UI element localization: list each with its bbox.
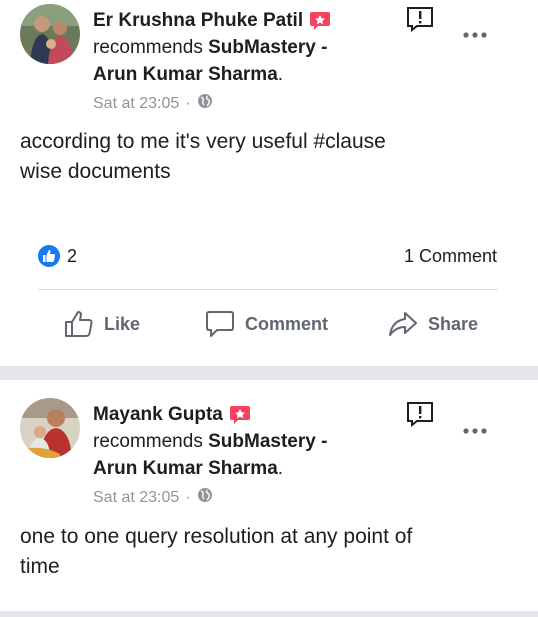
like-label: Like <box>104 313 141 334</box>
like-button[interactable]: Like <box>64 306 140 342</box>
post-body-line: one to one query resolution at any point… <box>20 525 413 548</box>
recommends-label: recommends <box>93 37 203 58</box>
report-icon[interactable] <box>406 401 434 428</box>
recommends-label: recommends <box>93 431 203 452</box>
divider <box>38 289 498 290</box>
meta-separator: · <box>185 94 191 112</box>
post-body: one to one query resolution at any point… <box>20 522 510 582</box>
page-name-line1[interactable]: SubMastery - <box>208 431 327 452</box>
comment-icon <box>206 311 234 337</box>
post-separator <box>0 366 538 380</box>
recommendation-text-cont: Arun Kumar Sharma. <box>93 456 283 482</box>
post-meta: Sat at 23:05 · <box>93 487 213 508</box>
report-icon[interactable] <box>406 6 434 33</box>
globe-icon <box>197 487 213 508</box>
globe-icon <box>197 93 213 114</box>
like-count: 2 <box>67 245 78 266</box>
more-options-icon[interactable] <box>462 26 488 42</box>
comment-count[interactable]: 1 Comment <box>404 246 497 267</box>
comment-button[interactable]: Comment <box>205 306 328 342</box>
page-name-line1[interactable]: SubMastery - <box>208 37 327 58</box>
post-body-line: according to me it's very useful #clause <box>20 130 386 153</box>
avatar[interactable] <box>20 398 80 458</box>
page-name-line2[interactable]: Arun Kumar Sharma <box>93 64 278 85</box>
recommendation-text: recommends SubMastery - <box>93 35 327 61</box>
post-body: according to me it's very useful #clause… <box>20 127 510 187</box>
timestamp[interactable]: Sat at 23:05 <box>93 95 179 113</box>
comment-label: Comment <box>245 313 329 334</box>
recommend-badge-icon <box>309 11 331 31</box>
author-name[interactable]: Mayank Gupta <box>93 404 223 426</box>
page-name-line2[interactable]: Arun Kumar Sharma <box>93 458 278 479</box>
share-button[interactable]: Share <box>388 306 478 342</box>
reaction-summary[interactable]: 2 <box>38 245 77 267</box>
author-name-row: Mayank Gupta <box>93 404 251 426</box>
recommend-badge-icon <box>229 405 251 425</box>
post-card: Mayank Gupta recommends SubMastery - Aru… <box>0 380 538 611</box>
like-reaction-icon <box>38 245 60 267</box>
share-label: Share <box>428 313 479 334</box>
recommendation-text-cont: Arun Kumar Sharma. <box>93 62 283 88</box>
page-name-suffix: . <box>277 458 284 479</box>
post-meta: Sat at 23:05 · <box>93 93 213 114</box>
author-name-row: Er Krushna Phuke Patil <box>93 10 331 32</box>
post-card: Er Krushna Phuke Patil recommends SubMas… <box>0 0 538 366</box>
post-body-line: time <box>20 555 60 578</box>
thumbs-up-icon <box>65 311 93 337</box>
avatar[interactable] <box>20 4 80 64</box>
author-name[interactable]: Er Krushna Phuke Patil <box>93 10 303 32</box>
recommendation-text: recommends SubMastery - <box>93 429 327 455</box>
post-body-line: wise documents <box>20 160 171 183</box>
more-options-icon[interactable] <box>462 422 488 438</box>
share-icon <box>389 312 417 336</box>
timestamp[interactable]: Sat at 23:05 <box>93 489 179 507</box>
meta-separator: · <box>185 488 191 506</box>
page-name-suffix: . <box>277 64 284 85</box>
post-separator <box>0 611 538 617</box>
